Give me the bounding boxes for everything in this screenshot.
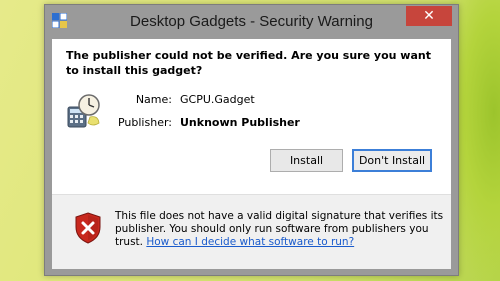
footer-warning-text: This file does not have a valid digital … [115,210,445,249]
name-value: GCPU.Gadget [180,93,255,106]
title-bar[interactable]: Desktop Gadgets - Security Warning ✕ [45,5,458,38]
security-warning-dialog: Desktop Gadgets - Security Warning ✕ The… [44,4,459,276]
footer-panel: This file does not have a valid digital … [52,194,451,269]
publisher-value: Unknown Publisher [180,116,300,129]
gadgets-app-icon [51,12,68,29]
window-title: Desktop Gadgets - Security Warning [130,13,373,30]
shield-warning-icon [74,212,102,244]
install-button[interactable]: Install [270,149,343,172]
dont-install-button[interactable]: Don't Install [352,149,432,172]
name-label: Name: [135,93,172,106]
dialog-content: The publisher could not be verified. Are… [52,39,451,269]
warning-headline: The publisher could not be verified. Are… [66,49,431,77]
help-link[interactable]: How can I decide what software to run? [146,236,354,248]
close-button[interactable]: ✕ [406,6,452,26]
publisher-label: Publisher: [117,116,172,129]
